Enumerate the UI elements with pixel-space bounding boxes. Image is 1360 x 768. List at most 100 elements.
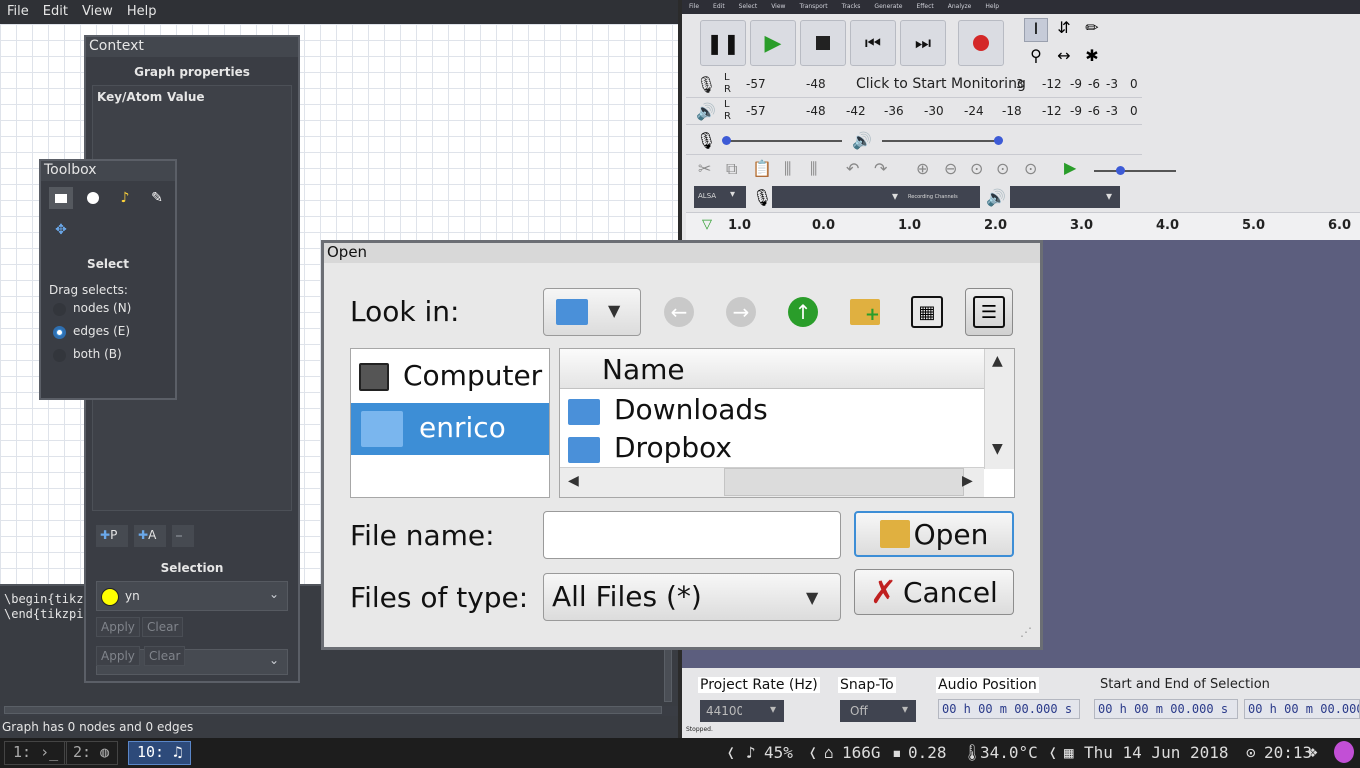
workspace-2[interactable]: 2: ◍ xyxy=(64,741,119,765)
recording-channels-select[interactable]: Recording Channels xyxy=(906,186,980,208)
aud-menu-tracks[interactable]: Tracks xyxy=(835,0,868,10)
place-computer[interactable]: Computer xyxy=(351,353,549,401)
audio-position-field[interactable]: 00 h 00 m 00.000 s xyxy=(938,699,1080,719)
list-view-button[interactable]: ▦ xyxy=(903,288,951,336)
trim-icon[interactable]: ⫼ xyxy=(784,159,791,179)
fit-selection-icon[interactable]: ⊙ xyxy=(970,159,983,178)
record-button[interactable] xyxy=(958,20,1004,66)
parent-directory-button[interactable]: ↑ xyxy=(779,288,827,336)
paste-icon[interactable]: 📋 xyxy=(752,159,772,178)
node-style-select[interactable]: yn ⌄ xyxy=(96,581,288,611)
open-button[interactable]: Open xyxy=(854,511,1014,557)
file-item-dropbox[interactable]: Dropbox xyxy=(560,431,984,467)
resize-grip-icon[interactable]: ⋰ xyxy=(1020,625,1032,639)
aud-menu-generate[interactable]: Generate xyxy=(867,0,909,10)
slider-thumb-icon[interactable] xyxy=(722,136,731,145)
aud-menu-analyze[interactable]: Analyze xyxy=(941,0,979,10)
zoom-out-icon[interactable]: ⊖ xyxy=(944,159,957,178)
file-item-downloads[interactable]: Downloads xyxy=(560,393,984,429)
pause-button[interactable]: ❚❚ xyxy=(700,20,746,66)
stop-button[interactable] xyxy=(800,20,846,66)
aud-menu-select[interactable]: Select xyxy=(732,0,765,10)
file-list-vertical-scrollbar[interactable]: ▲ ▼ xyxy=(984,349,1014,469)
menu-help[interactable]: Help xyxy=(120,0,164,19)
scroll-down-icon[interactable]: ▼ xyxy=(992,441,1003,457)
remove-property-button[interactable]: ⎯ xyxy=(172,525,194,547)
slider-thumb-icon[interactable] xyxy=(994,136,1003,145)
cancel-button[interactable]: ✗ Cancel xyxy=(854,569,1014,615)
back-button[interactable]: ← xyxy=(655,288,703,336)
dialog-title[interactable]: Open xyxy=(324,243,1040,263)
aud-menu-transport[interactable]: Transport xyxy=(792,0,834,10)
draw-tool-button[interactable]: ✏ xyxy=(1080,18,1104,42)
cut-icon[interactable]: ✂ xyxy=(698,159,711,178)
volume-level[interactable]: 45% xyxy=(764,743,793,762)
context-panel-title[interactable]: Context xyxy=(86,37,298,57)
aud-menu-view[interactable]: View xyxy=(764,0,792,10)
dropbox-tray-icon[interactable]: ❖ xyxy=(1308,742,1318,761)
new-folder-button[interactable]: + xyxy=(841,288,889,336)
col-value[interactable]: Value xyxy=(167,90,205,104)
select-tool-button[interactable] xyxy=(49,187,73,209)
scroll-right-icon[interactable]: ▶ xyxy=(962,473,973,489)
snap-to-select[interactable]: Off ▾ xyxy=(840,700,916,722)
crop-tool-button[interactable]: ✎ xyxy=(145,187,169,209)
aud-menu-effect[interactable]: Effect xyxy=(909,0,940,10)
apply-edge-style-button[interactable]: Apply xyxy=(96,646,140,666)
source-horizontal-scrollbar[interactable] xyxy=(4,706,662,714)
toolbox-panel-title[interactable]: Toolbox xyxy=(41,161,175,181)
detail-view-button[interactable]: ☰ xyxy=(965,288,1013,336)
silence-icon[interactable]: ⫼ xyxy=(810,159,817,179)
app-tray-icon[interactable] xyxy=(1334,741,1354,763)
files-of-type-select[interactable]: All Files (*) ▼ xyxy=(543,573,841,621)
workspace-10[interactable]: 10: ♫ xyxy=(128,741,192,765)
edge-tool-button[interactable]: ♪ xyxy=(113,187,137,209)
skip-end-button[interactable]: ⏭ xyxy=(900,20,946,66)
add-atom-button[interactable]: ✚A xyxy=(134,525,166,547)
timeshift-tool-button[interactable]: ↔ xyxy=(1052,46,1076,70)
aud-menu-edit[interactable]: Edit xyxy=(706,0,732,10)
node-tool-button[interactable] xyxy=(81,187,105,209)
aud-menu-file[interactable]: File xyxy=(682,0,706,10)
workspace-1[interactable]: 1: ›_ xyxy=(4,741,68,765)
apply-node-style-button[interactable]: Apply xyxy=(96,617,140,637)
place-enrico[interactable]: enrico xyxy=(351,403,549,455)
scroll-left-icon[interactable]: ◀ xyxy=(568,473,579,489)
selection-end-field[interactable]: 00 h 00 m 00.000 s xyxy=(1244,699,1360,719)
column-header-name[interactable]: Name xyxy=(560,349,984,389)
fit-project-icon[interactable]: ⊙ xyxy=(996,159,1009,178)
project-rate-select[interactable]: 44100 ▾ xyxy=(700,700,784,722)
audio-host-select[interactable]: ALSA ▾ xyxy=(694,186,746,208)
file-name-input[interactable] xyxy=(543,511,841,559)
playback-meter[interactable]: 🔊 LR -57 -48 -42 -36 -30 -24 -18 -12 -9 … xyxy=(686,99,1142,125)
redo-icon[interactable]: ↷ xyxy=(874,159,887,178)
menu-file[interactable]: File xyxy=(0,0,36,19)
file-list-horizontal-scrollbar[interactable]: ◀ ▶ xyxy=(560,467,984,497)
record-meter[interactable]: 🎙 LR -57 -48 Click to Start Monitoring 3… xyxy=(686,72,1142,98)
menu-edit[interactable]: Edit xyxy=(36,0,75,19)
move-tool-button[interactable]: ✥ xyxy=(49,219,73,241)
scroll-thumb[interactable] xyxy=(724,468,964,496)
recording-volume-slider[interactable] xyxy=(726,140,842,142)
recording-device-select[interactable]: ▾ xyxy=(772,186,906,208)
playback-device-select[interactable]: ▾ xyxy=(1010,186,1120,208)
skip-start-button[interactable]: ⏮ xyxy=(850,20,896,66)
copy-icon[interactable]: ⧉ xyxy=(726,159,737,179)
aud-menu-help[interactable]: Help xyxy=(978,0,1006,10)
add-property-button[interactable]: ✚P xyxy=(96,525,128,547)
forward-button[interactable]: → xyxy=(717,288,765,336)
slider-thumb-icon[interactable] xyxy=(1116,166,1125,175)
look-in-combo[interactable]: ▼ xyxy=(543,288,641,336)
selection-tool-button[interactable]: I xyxy=(1024,18,1048,42)
start-monitoring-prompt[interactable]: Click to Start Monitoring xyxy=(856,76,1026,92)
undo-icon[interactable]: ↶ xyxy=(846,159,859,178)
zoom-tool-button[interactable]: ⚲ xyxy=(1024,46,1048,70)
play-speed-slider[interactable] xyxy=(1094,170,1176,172)
zoom-in-icon[interactable]: ⊕ xyxy=(916,159,929,178)
play-button[interactable]: ▶ xyxy=(750,20,796,66)
timeline-ruler[interactable]: ▽ 1.0 0.0 1.0 2.0 3.0 4.0 5.0 6.0 xyxy=(686,212,1360,240)
selection-start-field[interactable]: 00 h 00 m 00.000 s xyxy=(1094,699,1238,719)
menu-view[interactable]: View xyxy=(75,0,120,19)
scroll-up-icon[interactable]: ▲ xyxy=(992,353,1003,369)
multi-tool-button[interactable]: ✱ xyxy=(1080,46,1104,70)
